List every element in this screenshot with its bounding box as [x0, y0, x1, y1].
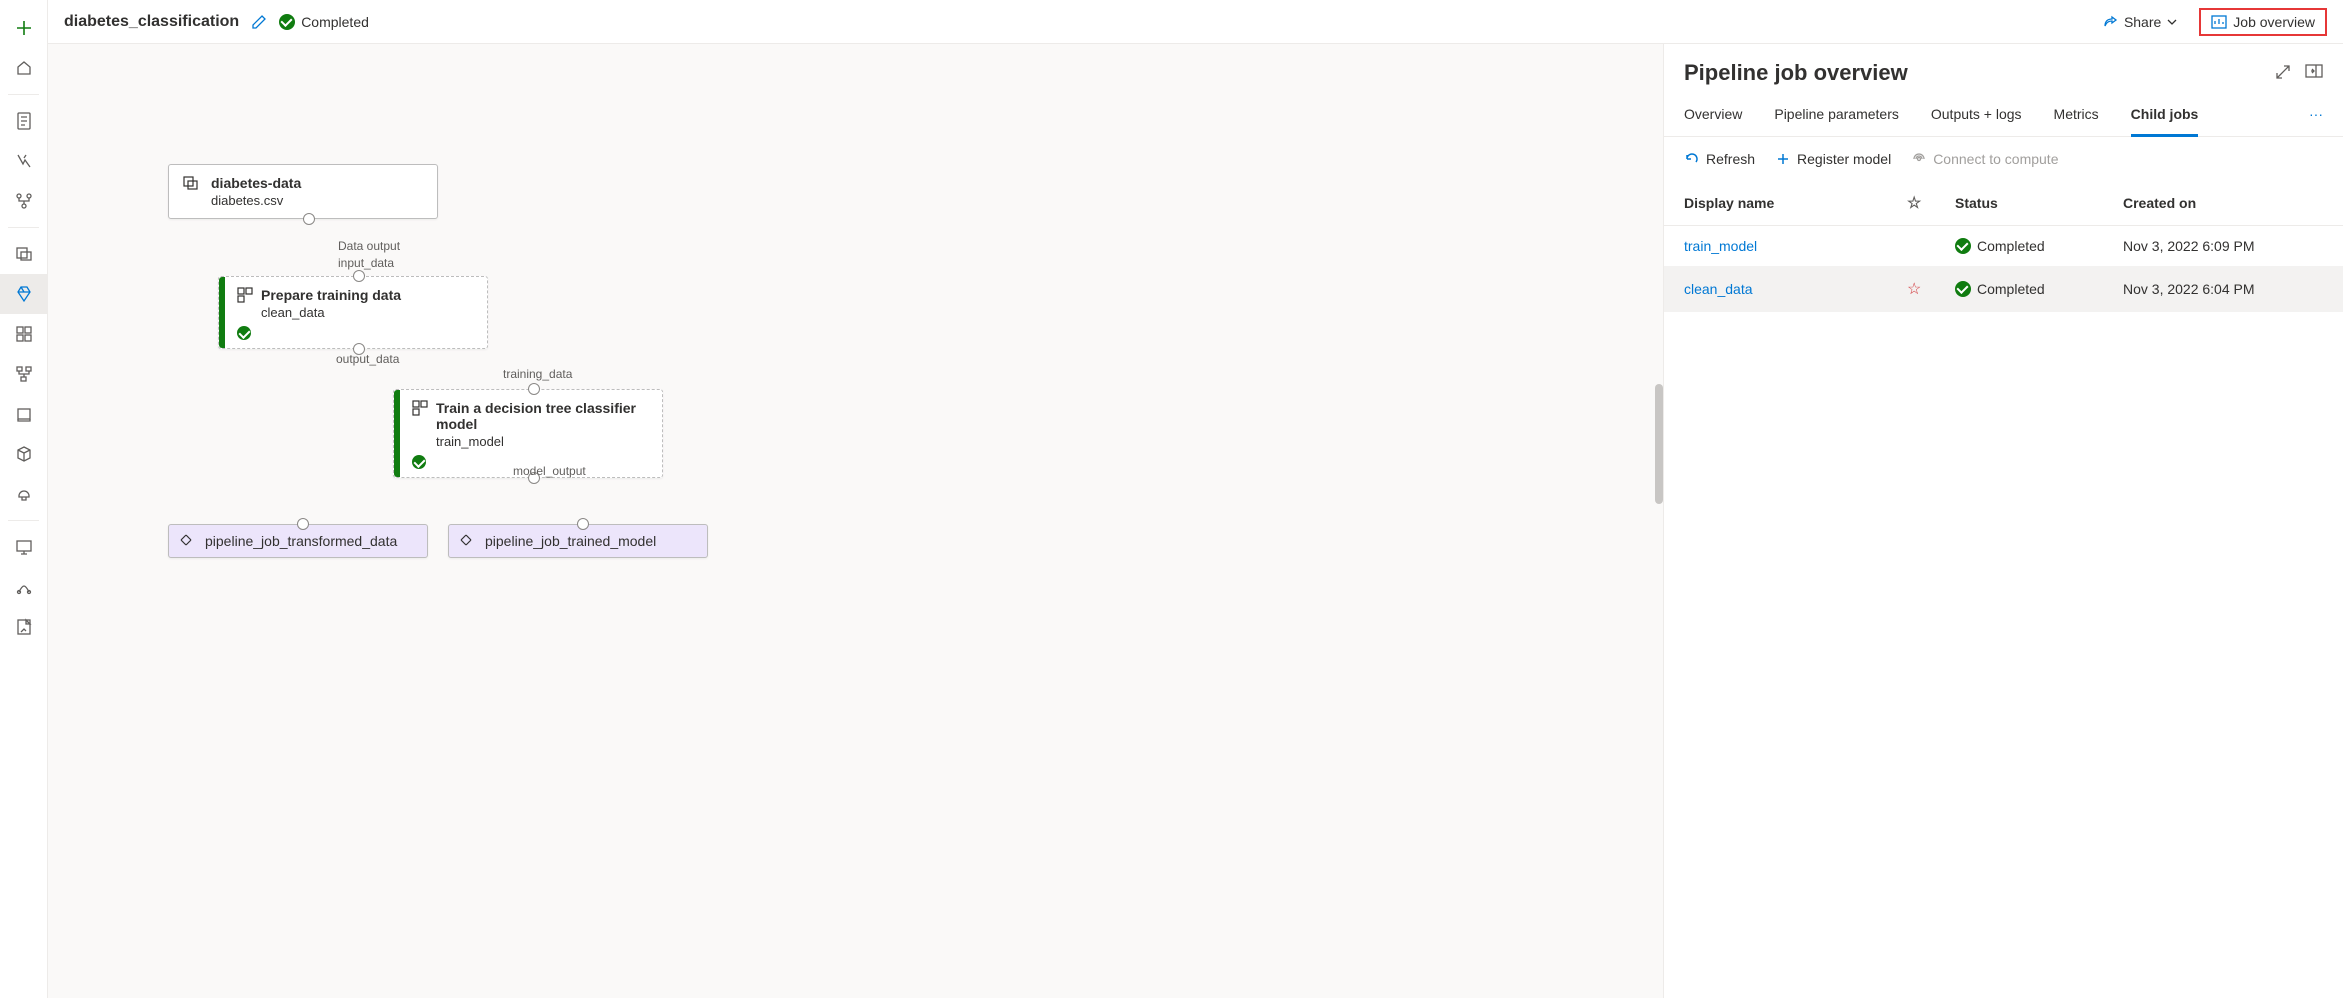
input-port[interactable] — [577, 518, 589, 530]
created-cell: Nov 3, 2022 6:04 PM — [2123, 281, 2323, 297]
sidebar-automl-icon[interactable] — [0, 141, 48, 181]
sidebar-compute-icon[interactable] — [0, 527, 48, 567]
port-label: Data output — [338, 239, 400, 253]
share-button[interactable]: Share — [2092, 8, 2187, 36]
status-cell: Completed — [1955, 238, 2115, 254]
node-subtitle: clean_data — [261, 305, 475, 320]
port-label: training_data — [503, 367, 572, 381]
input-port[interactable] — [297, 518, 309, 530]
expand-icon[interactable] — [2275, 64, 2291, 83]
output-icon — [179, 533, 193, 550]
col-created-on: Created on — [2123, 195, 2323, 211]
sidebar-divider-3 — [8, 520, 39, 521]
check-circle-icon — [279, 14, 295, 30]
node-title: Prepare training data — [261, 287, 475, 303]
node-title: Train a decision tree classifier model — [436, 400, 650, 432]
component-icon — [412, 400, 428, 419]
check-circle-icon — [1955, 238, 1971, 254]
sidebar-divider-2 — [8, 227, 39, 228]
tab-child-jobs[interactable]: Child jobs — [2131, 94, 2199, 137]
job-overview-label: Job overview — [2233, 14, 2315, 30]
port-label: input_data — [338, 256, 394, 270]
node-subtitle: diabetes.csv — [211, 193, 425, 208]
node-title: pipeline_job_trained_model — [485, 533, 695, 549]
share-label: Share — [2124, 14, 2161, 30]
check-circle-icon — [1955, 281, 1971, 297]
sidebar-models-icon[interactable] — [0, 434, 48, 474]
panel-toolbar: Refresh Register model Connect to comput… — [1664, 137, 2343, 181]
register-model-button[interactable]: Register model — [1775, 151, 1891, 167]
tab-overview[interactable]: Overview — [1684, 94, 1742, 136]
status-cell: Completed — [1955, 281, 2115, 297]
sidebar-add[interactable] — [0, 8, 48, 48]
sidebar-endpoints-icon[interactable] — [0, 474, 48, 514]
tab-more[interactable]: ··· — [2309, 94, 2323, 136]
dataset-icon — [183, 175, 199, 194]
refresh-label: Refresh — [1706, 151, 1755, 167]
pipeline-canvas[interactable]: diabetes-data diabetes.csv Data output i… — [48, 44, 1663, 998]
chevron-down-icon — [2167, 17, 2177, 27]
port-label: model_output — [513, 464, 586, 478]
panel-tabs: Overview Pipeline parameters Outputs + l… — [1664, 94, 2343, 137]
node-diabetes-data[interactable]: diabetes-data diabetes.csv — [168, 164, 438, 219]
sidebar-environments-icon[interactable] — [0, 394, 48, 434]
refresh-button[interactable]: Refresh — [1684, 151, 1755, 167]
col-display-name: Display name — [1684, 195, 1899, 211]
output-port[interactable] — [303, 213, 315, 225]
job-link[interactable]: train_model — [1684, 238, 1899, 254]
status-badge: Completed — [279, 14, 369, 30]
created-cell: Nov 3, 2022 6:09 PM — [2123, 238, 2323, 254]
favorite-star-icon[interactable]: ☆ — [1907, 279, 1947, 299]
table-row[interactable]: clean_data ☆ Completed Nov 3, 2022 6:04 … — [1664, 267, 2343, 312]
port-label: output_data — [336, 352, 399, 366]
scrollbar-thumb[interactable] — [1655, 384, 1663, 504]
status-text: Completed — [301, 14, 369, 30]
input-port[interactable] — [528, 383, 540, 395]
connect-compute-button: Connect to compute — [1911, 151, 2058, 167]
child-jobs-table: Display name ☆ Status Created on train_m… — [1664, 181, 2343, 312]
connect-label: Connect to compute — [1933, 151, 2058, 167]
sidebar-data-icon[interactable] — [0, 234, 48, 274]
component-icon — [237, 287, 253, 306]
page-title: diabetes_classification — [64, 13, 239, 31]
job-overview-button[interactable]: Job overview — [2199, 8, 2327, 36]
input-port[interactable] — [353, 270, 365, 282]
sidebar-home[interactable] — [0, 48, 48, 88]
tab-metrics[interactable]: Metrics — [2054, 94, 2099, 136]
header: diabetes_classification Completed Share … — [48, 0, 2343, 44]
sidebar-divider — [8, 94, 39, 95]
close-panel-icon[interactable] — [2305, 64, 2323, 83]
node-title: diabetes-data — [211, 175, 425, 191]
panel-title: Pipeline job overview — [1684, 60, 2275, 86]
job-link[interactable]: clean_data — [1684, 281, 1899, 297]
node-subtitle: train_model — [436, 434, 650, 449]
node-title: pipeline_job_transformed_data — [205, 533, 415, 549]
left-sidebar — [0, 0, 48, 998]
sidebar-datastores-icon[interactable] — [0, 607, 48, 647]
col-favorite-icon[interactable]: ☆ — [1907, 193, 1947, 213]
tab-outputs-logs[interactable]: Outputs + logs — [1931, 94, 2022, 136]
col-status: Status — [1955, 195, 2115, 211]
table-header: Display name ☆ Status Created on — [1664, 181, 2343, 226]
edit-icon[interactable] — [251, 14, 267, 30]
sidebar-jobs-icon[interactable] — [0, 274, 48, 314]
sidebar-linked-icon[interactable] — [0, 567, 48, 607]
table-row[interactable]: train_model Completed Nov 3, 2022 6:09 P… — [1664, 226, 2343, 267]
sidebar-notebook-icon[interactable] — [0, 101, 48, 141]
overview-panel: Pipeline job overview Overview Pipeline … — [1663, 44, 2343, 998]
register-label: Register model — [1797, 151, 1891, 167]
check-circle-icon — [237, 326, 251, 340]
node-output-transformed[interactable]: pipeline_job_transformed_data — [168, 524, 428, 558]
node-output-trained-model[interactable]: pipeline_job_trained_model — [448, 524, 708, 558]
output-icon — [459, 533, 473, 550]
node-prepare-data[interactable]: Prepare training data clean_data — [218, 276, 488, 349]
sidebar-designer-icon[interactable] — [0, 181, 48, 221]
check-circle-icon — [412, 455, 426, 469]
sidebar-components-icon[interactable] — [0, 314, 48, 354]
sidebar-pipelines-icon[interactable] — [0, 354, 48, 394]
tab-pipeline-parameters[interactable]: Pipeline parameters — [1774, 94, 1899, 136]
